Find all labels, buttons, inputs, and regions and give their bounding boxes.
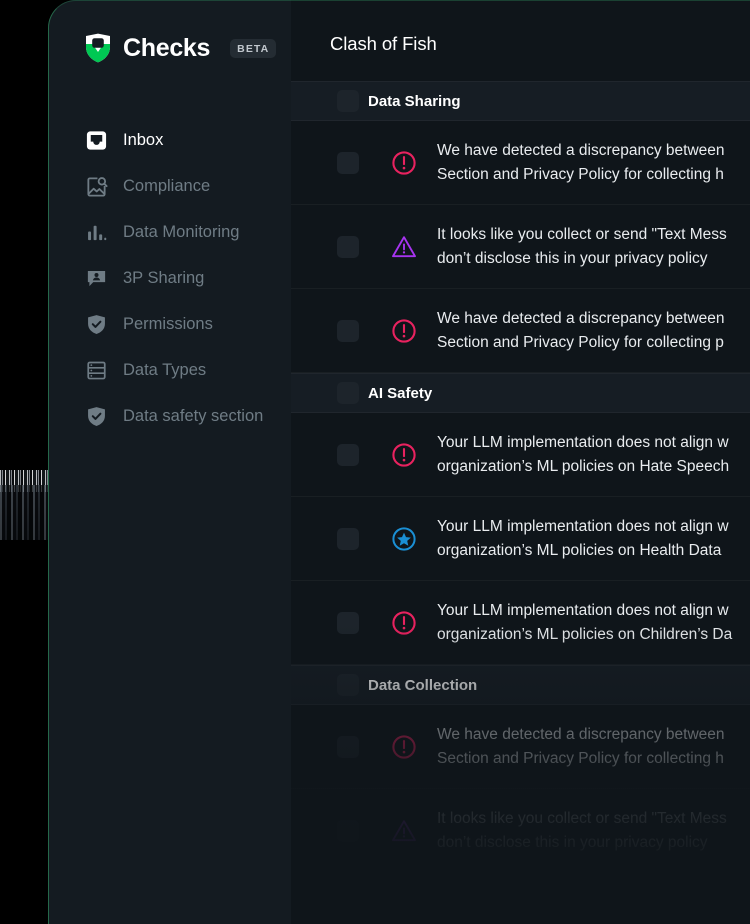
row-checkbox[interactable] xyxy=(337,151,359,174)
sidebar-item-label: Data Monitoring xyxy=(123,222,240,241)
sidebar: Checks BETA Inbox Compliance Data Monito… xyxy=(48,0,291,924)
beta-badge: BETA xyxy=(230,38,277,58)
group-title: Data Collection xyxy=(368,676,478,694)
image-artifact-band-2 xyxy=(0,485,48,540)
issue-row[interactable]: It looks like you collect or send "Text … xyxy=(291,789,750,873)
bar-chart-icon xyxy=(84,220,108,244)
sidebar-item-data-types[interactable]: Data Types xyxy=(48,347,291,393)
issue-text: Your LLM implementation does not align w… xyxy=(437,517,729,559)
issue-text: It looks like you collect or send "Text … xyxy=(437,225,727,267)
error-circle-icon xyxy=(391,734,417,760)
error-circle-icon xyxy=(391,318,417,344)
issue-row[interactable]: Your LLM implementation does not align w… xyxy=(291,581,750,665)
sidebar-item-compliance[interactable]: Compliance xyxy=(48,163,291,209)
person-chat-icon xyxy=(84,266,108,290)
sidebar-item-label: Inbox xyxy=(123,130,164,149)
issue-text: Your LLM implementation does not align w… xyxy=(437,433,730,475)
issue-text: We have detected a discrepancy between S… xyxy=(437,309,725,351)
row-checkbox[interactable] xyxy=(337,443,359,466)
row-checkbox[interactable] xyxy=(337,735,359,758)
sidebar-item-label: 3P Sharing xyxy=(123,268,205,287)
issue-row[interactable]: We have detected a discrepancy between S… xyxy=(291,289,750,373)
row-checkbox[interactable] xyxy=(337,819,359,842)
row-checkbox[interactable] xyxy=(337,611,359,634)
issue-row[interactable]: We have detected a discrepancy between S… xyxy=(291,705,750,789)
issue-group-header: AI Safety xyxy=(291,373,750,413)
shield-check-icon xyxy=(84,312,108,336)
database-icon xyxy=(84,358,108,382)
issue-row[interactable]: Your LLM implementation does not align w… xyxy=(291,413,750,497)
row-checkbox[interactable] xyxy=(337,319,359,342)
sidebar-item-label: Data Types xyxy=(123,360,207,379)
inbox-icon xyxy=(84,128,108,152)
sidebar-item-3p-sharing[interactable]: 3P Sharing xyxy=(48,255,291,301)
issue-text: We have detected a discrepancy between S… xyxy=(437,141,725,183)
sidebar-item-data-monitoring[interactable]: Data Monitoring xyxy=(48,209,291,255)
page-title: Clash of Fish xyxy=(330,33,437,54)
issue-row[interactable]: Your LLM implementation does not align w… xyxy=(291,497,750,581)
shield-check-icon xyxy=(84,404,108,428)
app-panel: Checks BETA Inbox Compliance Data Monito… xyxy=(48,0,750,924)
sidebar-item-permissions[interactable]: Permissions xyxy=(48,301,291,347)
star-circle-icon xyxy=(391,526,417,552)
screen: Checks BETA Inbox Compliance Data Monito… xyxy=(0,0,750,924)
warning-triangle-icon xyxy=(391,818,417,844)
issue-row[interactable]: We have detected a discrepancy between S… xyxy=(291,121,750,205)
issue-group-header: Data Collection xyxy=(291,665,750,705)
group-checkbox[interactable] xyxy=(337,382,359,404)
issue-row[interactable]: It looks like you collect or send "Text … xyxy=(291,205,750,289)
row-checkbox[interactable] xyxy=(337,235,359,258)
issue-group-header: Data Sharing xyxy=(291,81,750,121)
error-circle-icon xyxy=(391,442,417,468)
issue-list: Data Sharing We have detected a discrepan… xyxy=(291,81,750,873)
group-checkbox[interactable] xyxy=(337,674,359,696)
brand-name: Checks xyxy=(123,33,211,62)
row-checkbox[interactable] xyxy=(337,527,359,550)
group-title: AI Safety xyxy=(368,384,433,402)
image-search-icon xyxy=(84,174,108,198)
sidebar-item-label: Compliance xyxy=(123,176,211,195)
sidebar-item-label: Permissions xyxy=(123,314,213,333)
sidebar-item-inbox[interactable]: Inbox xyxy=(48,117,291,163)
issue-text: Your LLM implementation does not align w… xyxy=(437,601,733,643)
issue-text: It looks like you collect or send "Text … xyxy=(437,809,727,851)
shield-check-logo-icon xyxy=(84,33,112,63)
error-circle-icon xyxy=(391,150,417,176)
content-area: Clash of Fish Data Sharing We have detect… xyxy=(291,0,750,924)
group-checkbox[interactable] xyxy=(337,90,359,112)
sidebar-nav: Inbox Compliance Data Monitoring 3P Shar… xyxy=(48,117,291,439)
group-title: Data Sharing xyxy=(368,92,461,110)
sidebar-item-label: Data safety section xyxy=(123,406,264,425)
error-circle-icon xyxy=(391,610,417,636)
issue-text: We have detected a discrepancy between S… xyxy=(437,725,725,767)
sidebar-item-data-safety-section[interactable]: Data safety section xyxy=(48,393,291,439)
brand: Checks BETA xyxy=(48,0,291,63)
warning-triangle-icon xyxy=(391,234,417,260)
